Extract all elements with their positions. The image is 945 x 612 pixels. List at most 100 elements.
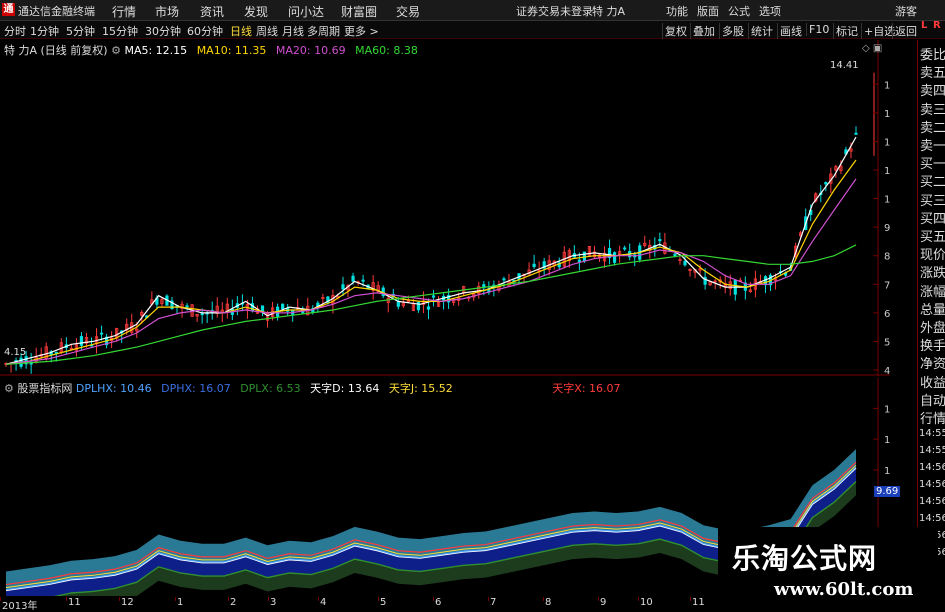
- watermark-title: 乐淘公式网: [732, 542, 878, 575]
- price-tick-label: 5.00: [884, 337, 890, 348]
- period-daily[interactable]: 日线: [230, 23, 252, 39]
- quote-field-label: 卖三: [920, 102, 945, 118]
- quote-field-label: 买二: [920, 175, 945, 191]
- tianzi-j-label: 天字J: 15.52: [388, 382, 453, 395]
- toolbar-duogu[interactable]: 多股: [719, 23, 746, 39]
- right-quote-panel: 委比 卖五 卖四 卖三 卖二 卖一 买一 买二 买三 买四 买五 现价 涨跌 涨幅 总量 外盘 换手 净资 收益 自动…: [917, 40, 945, 609]
- price-tick-label: 4.00: [884, 366, 890, 376]
- quote-field-label: 外盘: [920, 321, 945, 336]
- ma-line-ma5: [5, 136, 857, 365]
- toolbar-diejia[interactable]: 叠加: [690, 23, 717, 39]
- watermark-url: www.60lt.com: [774, 579, 914, 600]
- period-30min[interactable]: 30分钟: [145, 23, 181, 39]
- app-title: 通达信金融终端: [18, 5, 95, 18]
- quote-field-label: 净资: [920, 357, 945, 373]
- sub-tick-label: 14.00: [884, 435, 890, 446]
- menu-faxian[interactable]: 发现: [244, 3, 268, 20]
- toolbar-f10[interactable]: F10: [806, 23, 831, 36]
- ma20-label: MA20: 10.69: [275, 44, 346, 57]
- candle-body: [185, 305, 189, 308]
- price-tick-label: 10.00: [884, 195, 890, 206]
- menu-jiaoyi[interactable]: 交易: [396, 3, 420, 20]
- quote-field-label: 卖四: [920, 84, 945, 100]
- sub-tick-label: 16.00: [884, 404, 890, 415]
- toolbar-fuquan[interactable]: 复权: [662, 23, 689, 39]
- menu-shichang[interactable]: 市场: [155, 3, 179, 20]
- menu-xuanxiang[interactable]: 选项: [759, 3, 781, 19]
- menu-hangqing[interactable]: 行情: [112, 3, 136, 20]
- candle-body: [341, 284, 345, 290]
- ma-line-ma20: [5, 178, 857, 365]
- menu-wenxiaoda[interactable]: 问小达: [288, 3, 324, 20]
- period-fenshi[interactable]: 分时: [4, 23, 26, 39]
- toolbar-biaoji[interactable]: 标记: [833, 23, 860, 39]
- ma60-label: MA60: 8.38: [355, 44, 418, 57]
- candle-body: [673, 253, 677, 257]
- candle-body: [824, 182, 828, 185]
- period-15min[interactable]: 15分钟: [102, 23, 138, 39]
- date-label: 5: [380, 597, 387, 608]
- sub-legend-title: 股票指标网: [17, 382, 73, 395]
- menu-bar: 通 通达信金融终端 行情 市场 资讯 发现 问小达 财富圈 交易 证券交易未登录…: [0, 0, 945, 21]
- period-60min[interactable]: 60分钟: [187, 23, 223, 39]
- menu-caifuquan[interactable]: 财富圈: [341, 3, 377, 20]
- period-multi[interactable]: 多周期: [307, 23, 340, 39]
- date-label: 4: [320, 597, 327, 608]
- period-5min[interactable]: 5分钟: [66, 23, 95, 39]
- dphx-label: DPHX: 16.07: [161, 382, 231, 395]
- toolbar-huaxian[interactable]: 画线: [777, 23, 804, 39]
- candle-body: [396, 301, 400, 307]
- price-tick-label: 9.00: [884, 223, 890, 234]
- period-monthly[interactable]: 月线: [282, 23, 304, 39]
- date-label: 11: [692, 597, 705, 608]
- menu-gongshi[interactable]: 公式: [728, 3, 750, 19]
- period-weekly[interactable]: 周线: [256, 23, 278, 39]
- quote-field-label[interactable]: 自动: [920, 394, 945, 410]
- tick-time: 14:55: [919, 445, 945, 456]
- login-notice[interactable]: 证券交易未登录: [516, 3, 593, 19]
- date-tick: [175, 597, 176, 601]
- quote-field-label: 涨幅: [920, 284, 945, 300]
- period-more[interactable]: 更多 >: [344, 23, 379, 39]
- indicator-gear-icon[interactable]: ⚙: [4, 382, 17, 395]
- chart-options-icon[interactable]: ◇ ▣: [862, 43, 882, 54]
- menu-banmian[interactable]: 版面: [697, 3, 719, 19]
- watermark: 乐淘公式网 www.60lt.com: [718, 527, 938, 609]
- toolbar-fanhui[interactable]: 返回: [892, 23, 919, 39]
- date-label: 8: [545, 597, 552, 608]
- toolbar-tongji[interactable]: 统计: [748, 23, 775, 39]
- candle-body: [99, 332, 104, 335]
- quote-field-label[interactable]: 行情: [920, 412, 945, 428]
- menu-zixun[interactable]: 资讯: [200, 3, 224, 20]
- candle-body: [426, 306, 431, 310]
- date-label: 9: [600, 597, 607, 608]
- candle-body: [361, 279, 365, 282]
- date-tick: [0, 597, 1, 601]
- date-tick: [598, 597, 599, 601]
- main-kline-chart[interactable]: 14.00 13.00 12.00 11.00 10.00 9.00 8.00 7.00 6.0…: [0, 40, 890, 376]
- date-tick: [638, 597, 639, 601]
- sub-axis-group: 16.0014.0012.008.00: [873, 404, 890, 538]
- candle-body: [577, 259, 581, 263]
- tick-time: 14:55: [919, 428, 945, 439]
- mark-r: R: [933, 20, 941, 31]
- ma-lines-group: [5, 136, 857, 365]
- date-label: 6: [435, 597, 442, 608]
- candle-body: [502, 278, 506, 281]
- quote-field-label: 收益: [920, 375, 945, 391]
- period-1min[interactable]: 1分钟: [30, 23, 59, 39]
- date-label: 10: [640, 597, 653, 608]
- low-price-label: 4.15: [4, 347, 27, 358]
- settings-gear-icon[interactable]: ⚙: [111, 44, 124, 57]
- candle-body: [351, 275, 355, 282]
- price-tick-label: 6.00: [884, 309, 890, 320]
- sub-tick-label: 12.00: [884, 466, 890, 477]
- price-tick-label: 7.00: [884, 280, 890, 291]
- menu-gongneng[interactable]: 功能: [666, 3, 688, 19]
- user-label[interactable]: 游客: [895, 3, 917, 19]
- date-label: 11: [68, 597, 81, 608]
- high-price-label: 14.41: [830, 60, 859, 71]
- candle-body: [532, 263, 536, 268]
- candle-body: [854, 132, 858, 135]
- quote-field-label: 总量: [920, 302, 945, 318]
